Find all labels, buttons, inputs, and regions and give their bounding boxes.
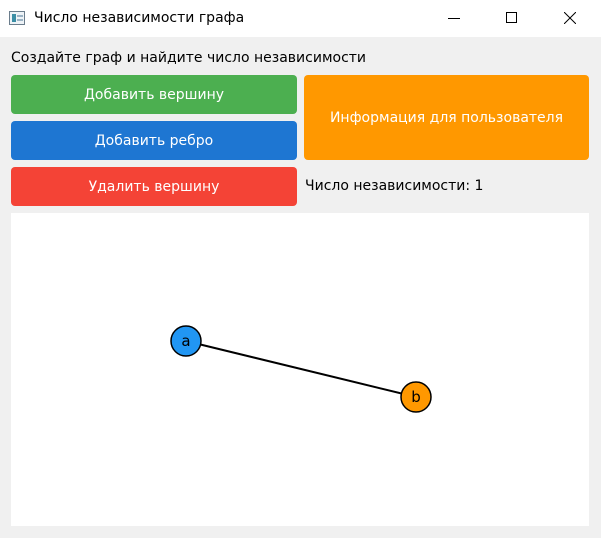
app-icon xyxy=(9,11,25,25)
graph-node-a[interactable]: a xyxy=(170,325,202,357)
minimize-icon xyxy=(448,18,460,19)
window-title: Число независимости графа xyxy=(34,10,245,26)
close-button[interactable] xyxy=(547,0,593,37)
graph-node-label: b xyxy=(411,388,421,406)
graph-node-b[interactable]: b xyxy=(400,381,432,413)
add-edge-button[interactable]: Добавить ребро xyxy=(11,121,297,160)
user-info-button[interactable]: Информация для пользователя xyxy=(304,75,589,160)
instruction-label: Создайте граф и найдите число независимо… xyxy=(11,50,367,66)
title-bar: Число независимости графа xyxy=(0,0,601,37)
add-vertex-button[interactable]: Добавить вершину xyxy=(11,75,297,114)
close-icon xyxy=(564,12,576,24)
maximize-icon xyxy=(506,12,517,23)
graph-drawing[interactable]: ab xyxy=(11,213,589,526)
graph-node-label: a xyxy=(181,332,190,350)
delete-vertex-button[interactable]: Удалить вершину xyxy=(11,167,297,206)
maximize-button[interactable] xyxy=(489,0,535,37)
independence-number-label: Число независимости: 1 xyxy=(305,178,484,194)
graph-edge-a-b[interactable] xyxy=(185,340,417,398)
graph-canvas[interactable]: ab xyxy=(11,213,589,526)
minimize-button[interactable] xyxy=(431,0,477,37)
